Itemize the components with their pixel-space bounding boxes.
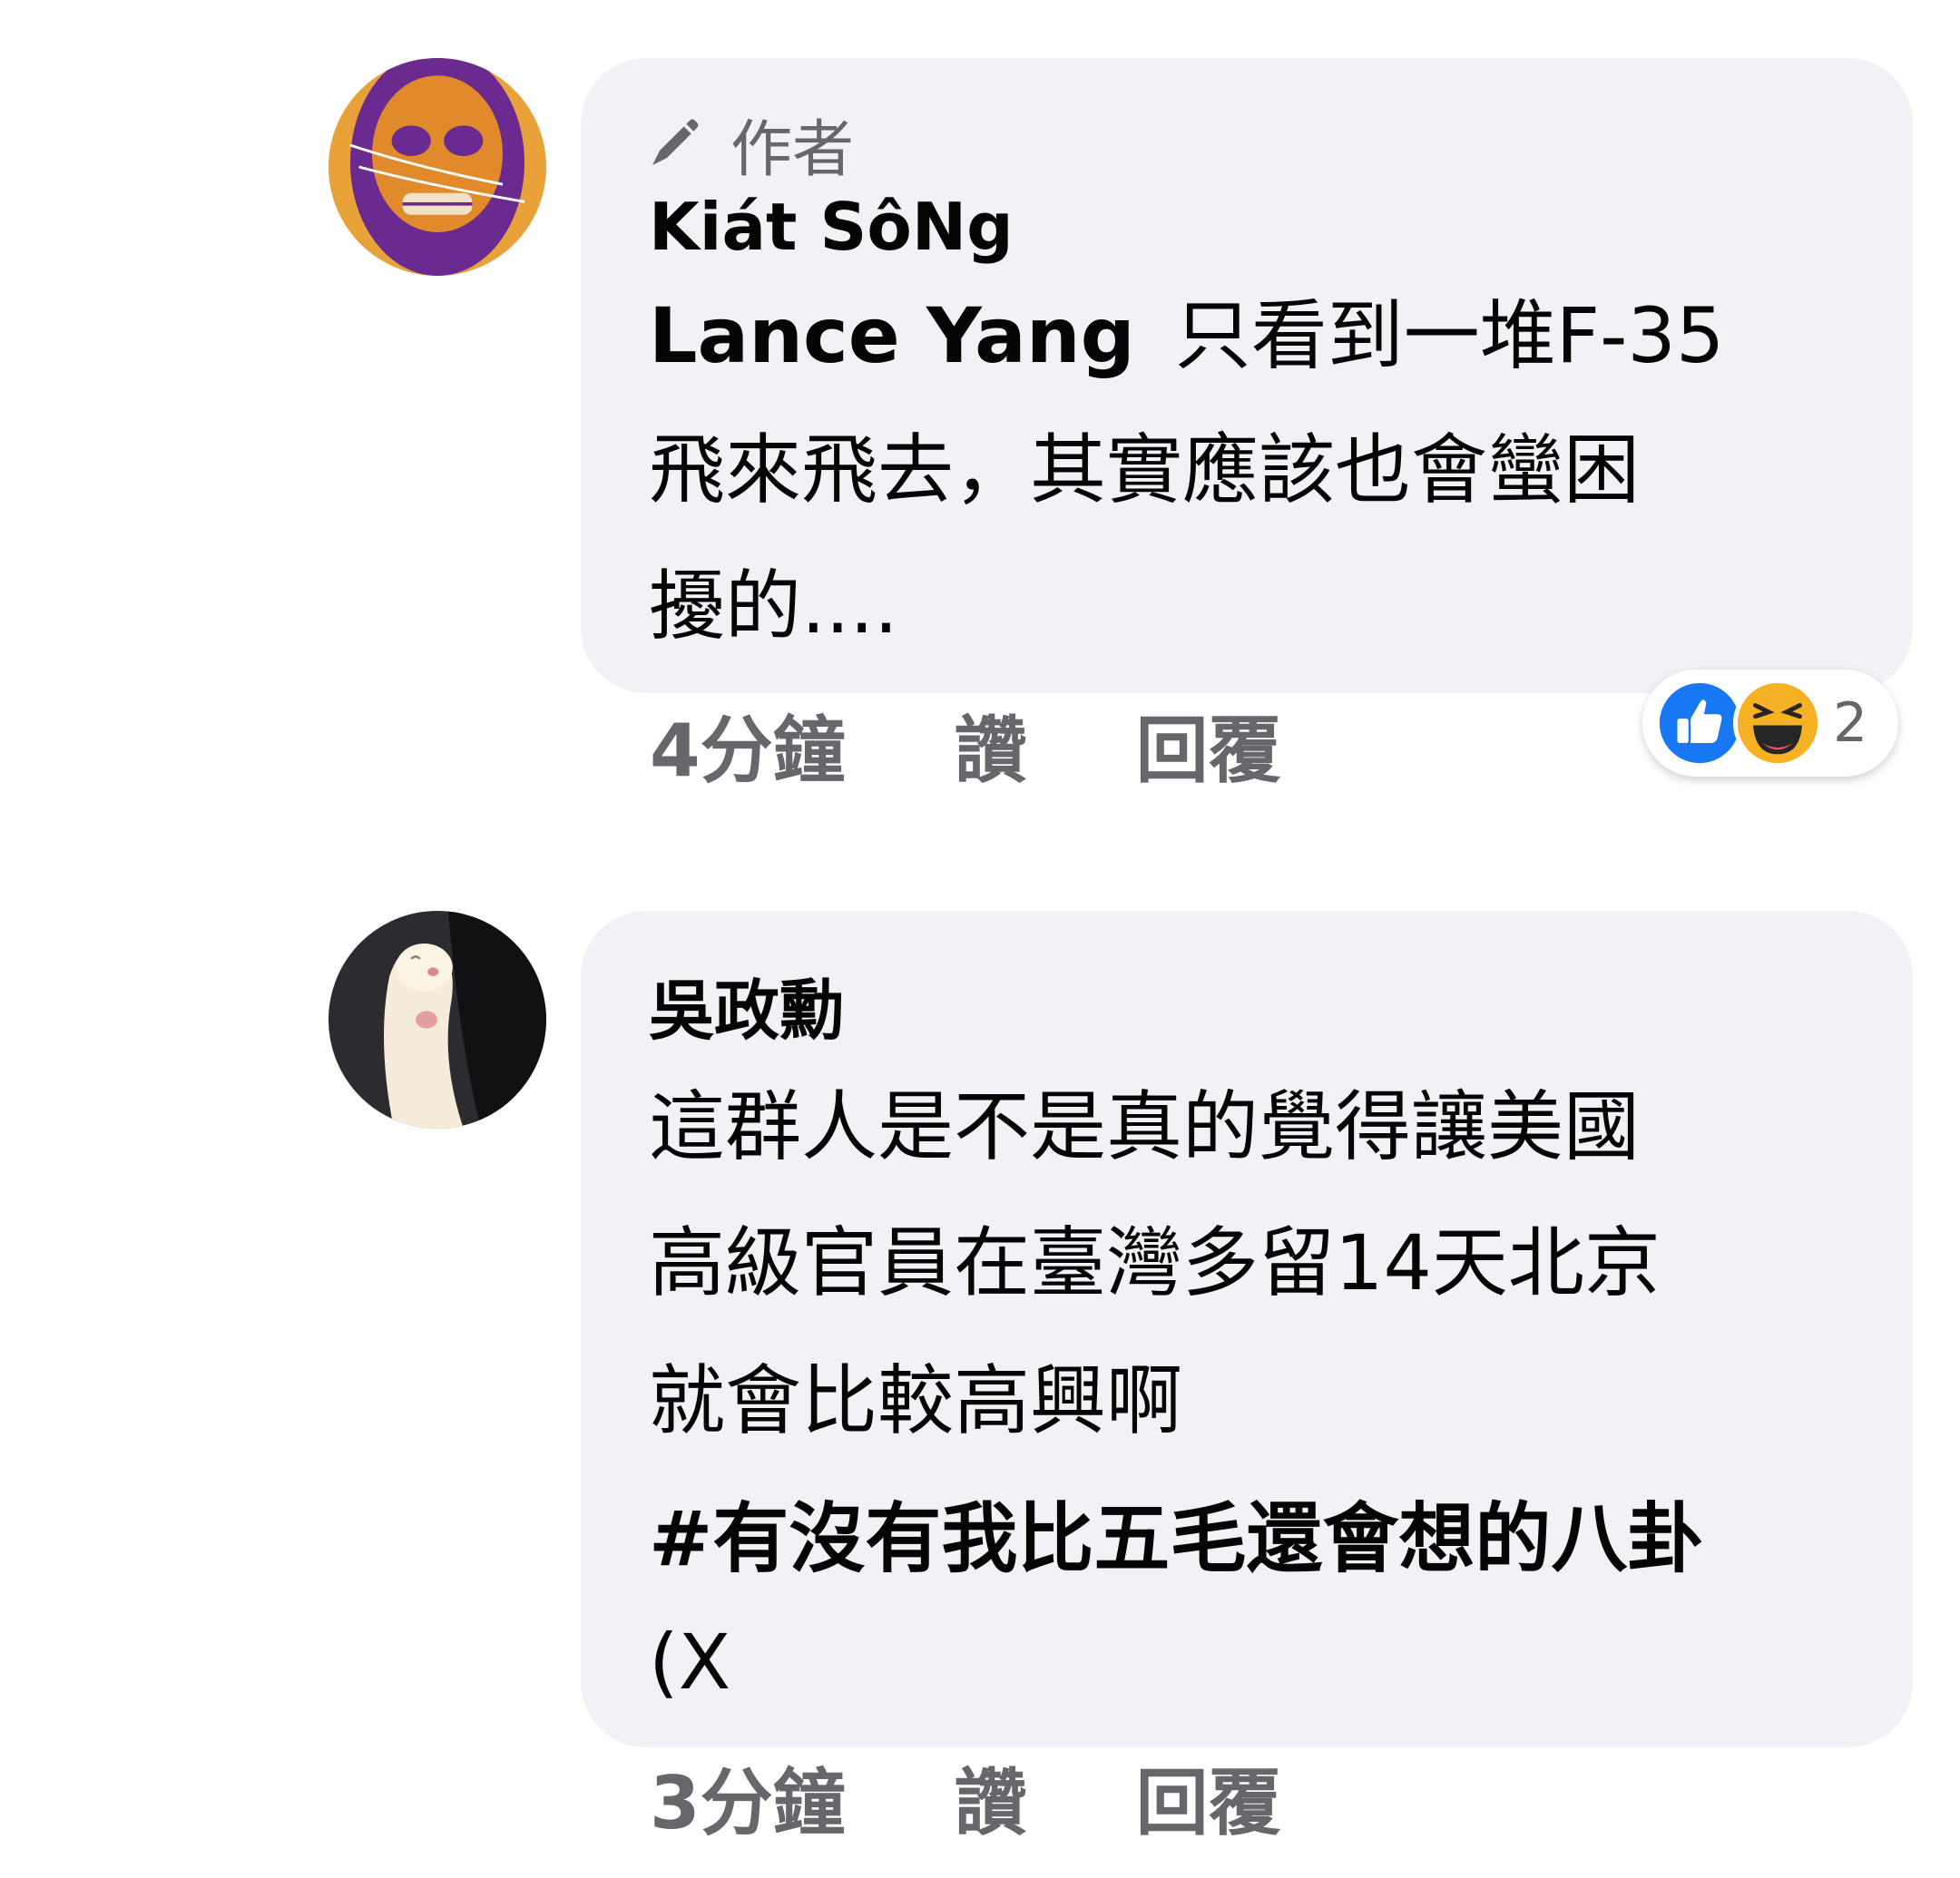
comment-actions: 4分鐘 讚 回覆 bbox=[650, 708, 1281, 795]
reaction-count: 2 bbox=[1833, 691, 1868, 755]
avatar[interactable] bbox=[328, 911, 546, 1129]
hashtag-link[interactable]: #有沒有我比五毛還會想的八卦 bbox=[649, 1493, 1703, 1584]
comment-text-line: 高級官員在臺灣多留14天北京 bbox=[649, 1218, 1661, 1307]
pen-icon bbox=[652, 119, 699, 165]
comment-author[interactable]: 吳政勳 bbox=[649, 974, 845, 1047]
reply-button[interactable]: 回覆 bbox=[1136, 1760, 1281, 1847]
reactions-summary[interactable]: 2 bbox=[1642, 670, 1898, 777]
avatar[interactable] bbox=[328, 58, 546, 276]
comment-bubble: 作者 Kiát SôNg Lance Yang 只看到一堆F-35 飛來飛去，其實… bbox=[581, 58, 1913, 693]
like-icon bbox=[1655, 679, 1744, 768]
comment-text-line: (X bbox=[649, 1618, 731, 1707]
comment-actions: 3分鐘 讚 回覆 bbox=[650, 1760, 1281, 1847]
haha-icon bbox=[1733, 679, 1822, 768]
comment-timestamp[interactable]: 4分鐘 bbox=[650, 708, 846, 795]
comment-text-line: 飛來飛去，其實應該也會蠻困 bbox=[649, 425, 1641, 514]
comment-timestamp[interactable]: 3分鐘 bbox=[650, 1760, 846, 1847]
comment-bubble: 吳政勳 這群人是不是真的覺得讓美國 高級官員在臺灣多留14天北京 就會比較高興啊… bbox=[581, 911, 1913, 1747]
comment-text-line: 這群人是不是真的覺得讓美國 bbox=[649, 1082, 1641, 1171]
comment-text: 只看到一堆F-35 bbox=[1174, 291, 1725, 380]
comment-text-line: 擾的.... bbox=[649, 562, 898, 650]
comment-text-line: 就會比較高興啊 bbox=[649, 1356, 1183, 1445]
comment-author[interactable]: Kiát SôNg bbox=[649, 191, 1014, 263]
comment-text-line: Lance Yang 只看到一堆F-35 bbox=[649, 290, 1724, 381]
mention-link[interactable]: Lance Yang bbox=[649, 291, 1135, 380]
author-badge-label: 作者 bbox=[730, 113, 855, 186]
like-button[interactable]: 讚 bbox=[955, 1760, 1027, 1847]
author-badge: 作者 bbox=[645, 107, 854, 186]
reply-button[interactable]: 回覆 bbox=[1136, 708, 1281, 795]
like-button[interactable]: 讚 bbox=[955, 708, 1027, 795]
